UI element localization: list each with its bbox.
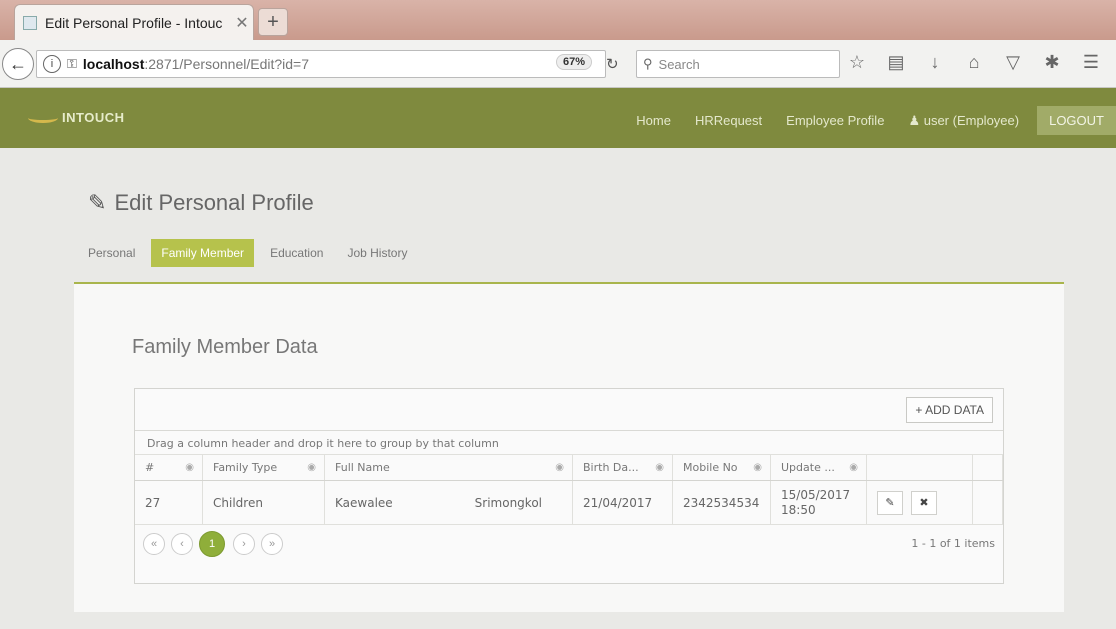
nav-home[interactable]: Home [636,113,671,128]
browser-search-input[interactable]: ⚲ Search [636,50,840,78]
grid-toolbar: + ADD DATA [135,389,1003,431]
group-drop-area[interactable]: Drag a column header and drop it here to… [135,431,1003,455]
edit-button[interactable]: ✎ [877,490,903,515]
cell-update-time-value: 18:50 [781,502,816,517]
cell-family-type: Children [203,481,325,524]
browser-toolbar-icons: ☆ ▤ ↓ ⌂ ▽ ✱ ☰ [848,52,1100,73]
column-header-scroll [973,455,1003,480]
download-icon[interactable]: ↓ [926,52,944,73]
address-bar[interactable]: i ⚿ localhost :2871/Personnel/Edit?id=7 [36,50,606,78]
column-header-birth-date[interactable]: Birth Da... ◉ [573,455,673,480]
page-favicon-icon [23,15,37,30]
section-title: Family Member Data [132,336,318,358]
filter-icon[interactable]: ◉ [753,462,762,473]
reading-list-icon[interactable]: ▤ [887,52,905,73]
cell-mobile-no: 2342534534 [673,481,771,524]
url-path: :2871/Personnel/Edit?id=7 [144,56,309,72]
back-arrow-icon[interactable]: ← [2,48,34,80]
close-icon: ✖ [919,496,929,509]
bookmark-star-icon[interactable]: ☆ [848,52,866,73]
brand-name: INTOUCH [62,110,125,125]
user-label: user (Employee) [923,112,1020,128]
first-page-icon[interactable]: « [143,533,165,555]
pencil-icon: ✎ [885,496,895,509]
cell-update-date-value: 15/05/2017 [781,487,851,502]
column-header-actions [867,455,973,480]
pencil-icon: ✎ [88,190,107,215]
brand-mark-icon [28,113,58,123]
browser-tabbar: Edit Personal Profile - Intouc ✕ + [0,0,1116,40]
user-icon: ♟ [908,112,924,128]
filter-icon[interactable]: ◉ [849,462,858,473]
column-label: Full Name [335,461,390,474]
url-host: localhost [82,56,145,72]
cell-actions: ✎ ✖ [867,481,973,524]
cell-update-date: 15/05/2017 18:50 [771,481,867,524]
main-nav: Home HRRequest Employee Profile ♟ user (… [636,106,1116,135]
cell-first-name: Kaewalee [335,495,393,510]
search-placeholder: Search [658,56,700,72]
browser-navbar: ← i ⚿ localhost :2871/Personnel/Edit?id=… [0,40,1116,88]
menu-icon[interactable]: ☰ [1082,52,1100,73]
cell-full-name: Kaewalee Srimongkol [325,481,573,524]
app-header: INTOUCH Home HRRequest Employee Profile … [0,88,1116,148]
info-icon[interactable]: i [43,55,61,73]
cell-id: 27 [135,481,203,524]
nav-hr-request[interactable]: HRRequest [695,113,762,128]
add-data-button[interactable]: + ADD DATA [906,397,993,423]
reload-icon[interactable]: ↻ [606,55,619,73]
new-tab-button[interactable]: + [258,8,288,36]
family-member-grid: + ADD DATA Drag a column header and drop… [134,388,1004,584]
next-page-icon[interactable]: › [233,533,255,555]
tab-family-member[interactable]: Family Member [151,239,255,267]
column-label: Mobile No [683,461,738,474]
table-row[interactable]: 27 Children Kaewalee Srimongkol 21/04/20… [135,481,1003,525]
prev-page-icon[interactable]: ‹ [171,533,193,555]
home-icon[interactable]: ⌂ [965,52,983,73]
column-label: # [145,461,155,474]
filter-icon[interactable]: ◉ [555,462,564,473]
column-label: Family Type [213,461,278,474]
column-header-update-date[interactable]: Update ... ◉ [771,455,867,480]
key-icon: ⚿ [67,56,77,71]
column-header-mobile-no[interactable]: Mobile No ◉ [673,455,771,480]
column-label: Birth Da... [583,461,639,474]
column-header-full-name[interactable]: Full Name ◉ [325,455,573,480]
profile-tabs: Personal Family Member Education Job His… [80,239,423,267]
column-header-id[interactable]: # ◉ [135,455,203,480]
tab-job-history[interactable]: Job History [339,240,415,266]
cell-birth-date: 21/04/2017 [573,481,673,524]
browser-tab[interactable]: Edit Personal Profile - Intouc ✕ [14,4,254,40]
filter-icon[interactable]: ◉ [655,462,664,473]
nav-user[interactable]: ♟ user (Employee) [908,113,1019,129]
column-header-family-type[interactable]: Family Type ◉ [203,455,325,480]
tab-personal[interactable]: Personal [80,240,143,266]
extension-icon[interactable]: ✱ [1043,52,1061,73]
logout-button[interactable]: LOGOUT [1037,106,1116,135]
family-member-card: Family Member Data + ADD DATA Drag a col… [74,284,1064,612]
close-tab-icon[interactable]: ✕ [231,13,253,33]
tab-title: Edit Personal Profile - Intouc [45,14,223,31]
page-title-row: ✎ Edit Personal Profile [88,190,314,216]
search-icon: ⚲ [643,56,653,71]
delete-button[interactable]: ✖ [911,490,937,515]
zoom-level[interactable]: 67% [556,54,593,70]
scrollbar[interactable] [973,481,1003,524]
pocket-icon[interactable]: ▽ [1004,52,1022,73]
filter-icon[interactable]: ◉ [185,462,194,473]
grid-header: # ◉ Family Type ◉ Full Name ◉ Birth Da... ◉ … [135,455,1003,481]
grid-pager: « ‹ 1 › » 1 - 1 of 1 items [135,525,1003,563]
filter-icon[interactable]: ◉ [307,462,316,473]
pager-info: 1 - 1 of 1 items [911,537,995,550]
last-page-icon[interactable]: » [261,533,283,555]
column-label: Update ... [781,461,835,474]
page-title: Edit Personal Profile [114,190,314,215]
cell-last-name: Srimongkol [474,495,542,510]
tab-education[interactable]: Education [262,240,331,266]
nav-employee-profile[interactable]: Employee Profile [786,113,884,128]
brand-logo[interactable]: INTOUCH [28,110,124,125]
current-page-button[interactable]: 1 [199,531,225,557]
